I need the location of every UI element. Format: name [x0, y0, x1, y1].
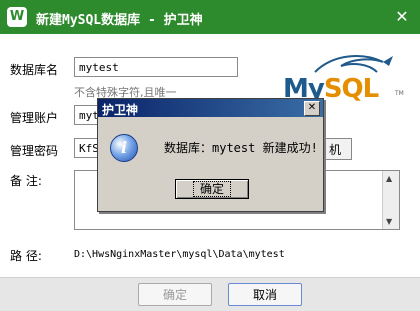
footer-bar: 确定 取消 — [0, 277, 420, 311]
path-label: 路 径: — [10, 249, 42, 263]
trademark-mark: TM — [395, 90, 404, 97]
ok-button[interactable]: 确定 — [138, 283, 212, 306]
user-label: 管理账户 — [10, 111, 59, 125]
scroll-up-icon[interactable]: ▲ — [386, 174, 392, 183]
dialog-close-icon[interactable]: ✕ — [304, 101, 320, 116]
scroll-down-icon[interactable]: ▼ — [386, 217, 392, 226]
db-name-input[interactable]: mytest — [74, 57, 238, 77]
cancel-button[interactable]: 取消 — [228, 283, 302, 306]
path-value: D:\HwsNginxMaster\mysql\Data\mytest — [74, 249, 285, 260]
success-dialog: 护卫神 ✕ i 数据库：mytest 新建成功! 确定 — [97, 98, 324, 212]
dialog-title-bar[interactable]: 护卫神 ✕ — [98, 99, 323, 117]
password-label: 管理密码 — [10, 144, 59, 158]
dialog-ok-button[interactable]: 确定 — [175, 179, 249, 199]
close-icon[interactable]: ✕ — [384, 0, 420, 34]
window-title: 新建MySQL数据库 - 护卫神 — [36, 13, 203, 28]
dolphin-icon — [314, 55, 393, 73]
title-bar[interactable]: W 新建MySQL数据库 - 护卫神 ✕ — [0, 0, 420, 34]
remark-label: 备 注: — [10, 174, 42, 188]
info-icon: i — [110, 134, 138, 162]
app-logo-icon: W — [7, 7, 27, 27]
dialog-title: 护卫神 — [102, 103, 139, 117]
db-name-label: 数据库名 — [10, 63, 59, 77]
remark-scrollbar[interactable]: ▲ ▼ — [382, 171, 399, 229]
dialog-message: 数据库：mytest 新建成功! — [164, 141, 318, 155]
